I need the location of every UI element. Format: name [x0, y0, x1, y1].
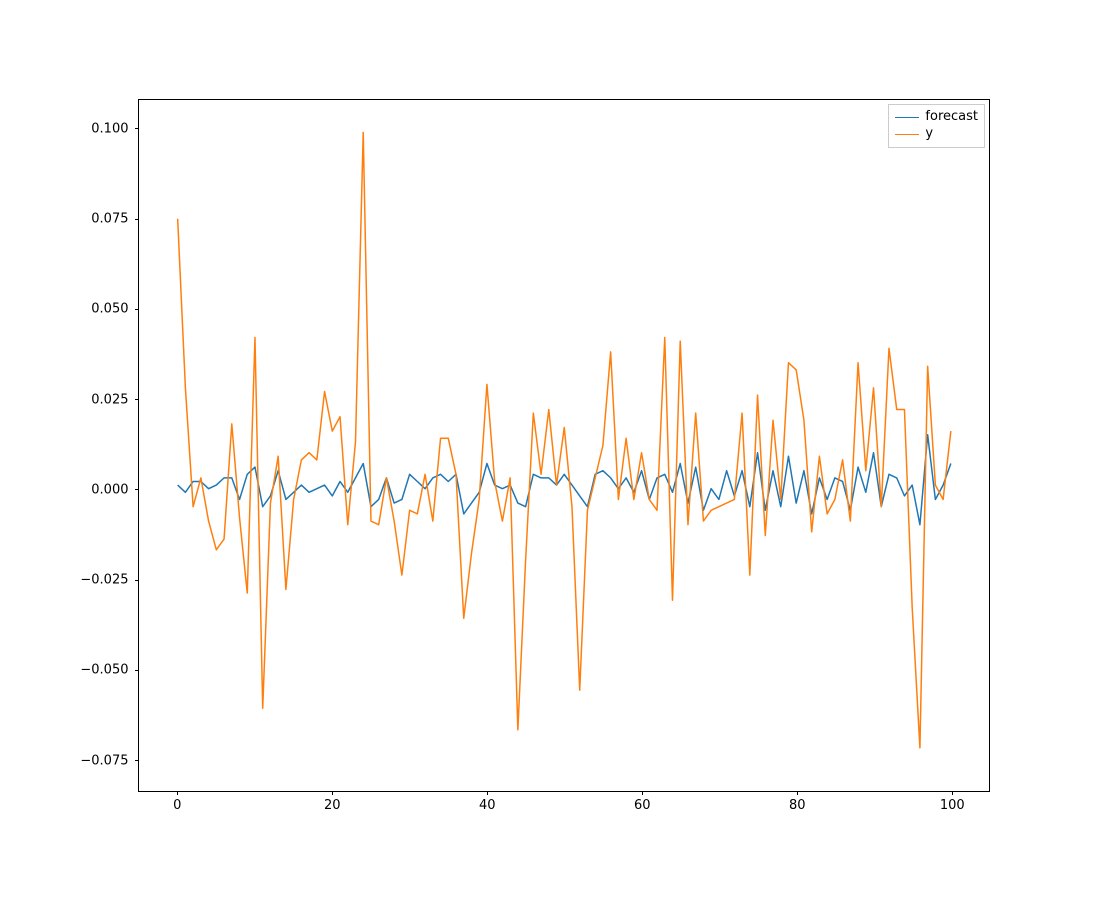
plot-axes: 020406080100 −0.075−0.050−0.0250.0000.02… — [138, 99, 991, 792]
x-tick-mark — [177, 791, 178, 795]
y-tick-label: 0.100 — [91, 121, 128, 136]
legend-label-forecast: forecast — [925, 109, 978, 126]
y-tick-mark — [135, 760, 139, 761]
plot-canvas — [139, 100, 990, 791]
legend: forecast y — [888, 104, 985, 148]
y-tick-mark — [135, 399, 139, 400]
legend-entry-y: y — [895, 126, 978, 143]
line-forecast — [177, 435, 950, 525]
y-tick-mark — [135, 309, 139, 310]
x-tick-label: 100 — [940, 798, 965, 813]
x-tick-label: 60 — [634, 798, 651, 813]
y-tick-label: −0.025 — [80, 573, 128, 588]
y-tick-label: 0.050 — [91, 302, 128, 317]
x-tick-label: 80 — [789, 798, 806, 813]
legend-entry-forecast: forecast — [895, 109, 978, 126]
x-tick-mark — [952, 791, 953, 795]
y-tick-mark — [135, 670, 139, 671]
x-tick-label: 40 — [479, 798, 496, 813]
y-tick-mark — [135, 219, 139, 220]
y-tick-label: 0.025 — [91, 392, 128, 407]
x-tick-label: 0 — [173, 798, 181, 813]
y-tick-label: 0.000 — [91, 482, 128, 497]
legend-swatch-forecast — [895, 117, 919, 118]
x-tick-mark — [487, 791, 488, 795]
x-tick-mark — [332, 791, 333, 795]
legend-label-y: y — [925, 126, 933, 143]
y-tick-mark — [135, 128, 139, 129]
legend-swatch-y — [895, 134, 919, 135]
x-tick-label: 20 — [324, 798, 341, 813]
y-tick-label: 0.075 — [91, 212, 128, 227]
line-y — [177, 132, 950, 747]
y-tick-label: −0.075 — [80, 753, 128, 768]
x-tick-mark — [642, 791, 643, 795]
y-tick-mark — [135, 489, 139, 490]
y-tick-label: −0.050 — [80, 663, 128, 678]
y-tick-mark — [135, 580, 139, 581]
x-tick-mark — [797, 791, 798, 795]
figure: 0 20 40 60 80 100 −0.075 −0.050 −0.025 0.000 0.02… — [0, 0, 1100, 900]
